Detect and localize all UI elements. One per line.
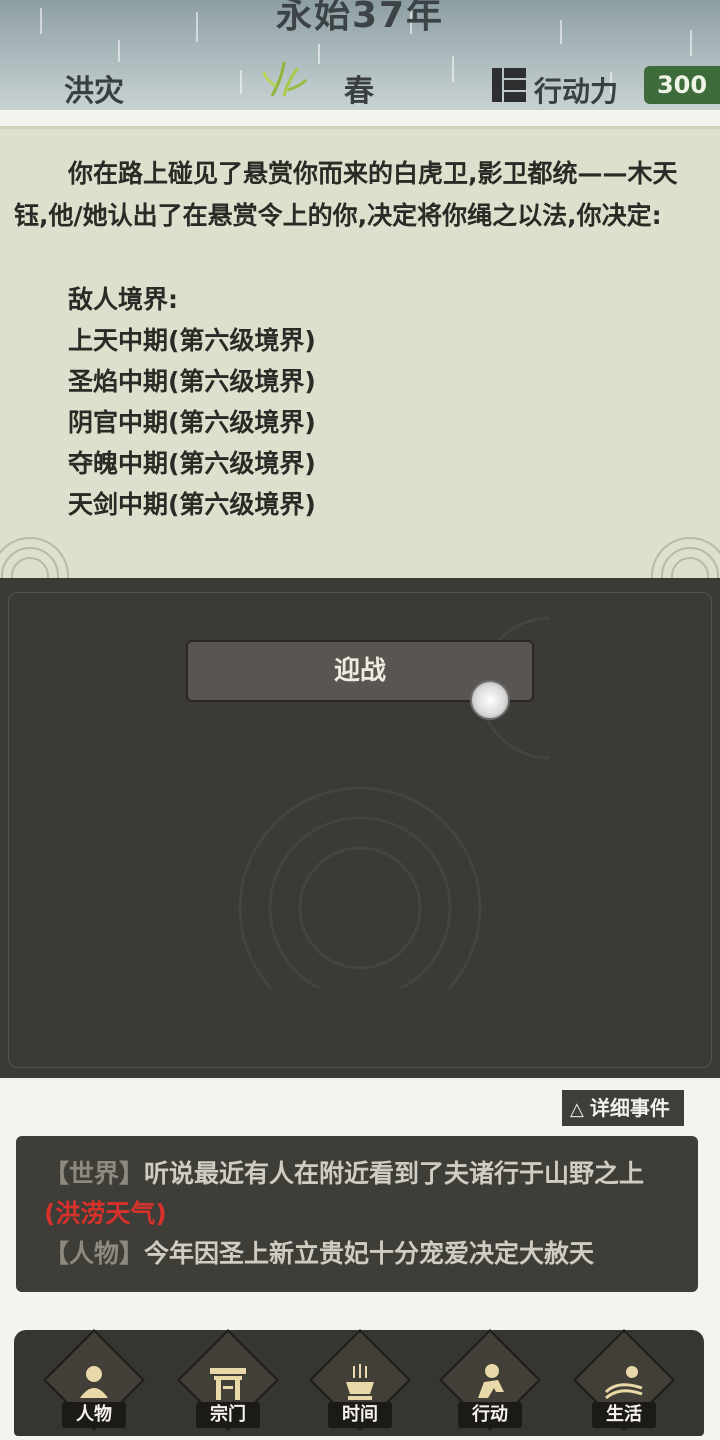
action-points-icon — [492, 68, 526, 102]
enemy-realm-title: 敌人境界: — [68, 285, 178, 314]
spring-sprout-icon — [262, 61, 308, 97]
cloud-ornament-icon — [0, 537, 69, 578]
detail-events-button[interactable]: △ 详细事件 — [562, 1090, 684, 1126]
rain-streak — [118, 40, 120, 62]
touch-indicator — [470, 680, 510, 720]
enemy-realm-list: 敌人境界: 上天中期(第六级境界) 圣焰中期(第六级境界) 阴官中期(第六级境界… — [68, 279, 316, 525]
nav-item-life[interactable]: 生活 — [573, 1329, 675, 1438]
cloud-ornament-icon — [651, 537, 720, 578]
nav-label: 人物 — [62, 1402, 126, 1428]
rain-streak — [240, 70, 242, 94]
nav-label: 行动 — [458, 1402, 522, 1428]
nav-label: 宗门 — [196, 1402, 260, 1428]
incense-icon — [346, 1364, 374, 1400]
top-header: 永始37年 洪灾 春 行动力 300 — [0, 0, 720, 110]
triangle-up-icon: △ — [570, 1099, 584, 1120]
enemy-realm-item: 夺魄中期(第六级境界) — [68, 449, 316, 478]
nav-item-action[interactable]: 行动 — [439, 1329, 541, 1438]
enemy-realm-item: 天剑中期(第六级境界) — [68, 490, 316, 519]
enemy-realm-item: 圣焰中期(第六级境界) — [68, 367, 316, 396]
nav-item-character[interactable]: 人物 — [43, 1329, 145, 1438]
year-title: 永始37年 — [275, 0, 445, 36]
disaster-label: 洪灾 — [64, 74, 124, 109]
landscape-icon — [604, 1366, 643, 1400]
season-label: 春 — [344, 74, 374, 109]
nav-label: 生活 — [592, 1402, 656, 1428]
log-tag-person: 【人物】 — [44, 1239, 145, 1268]
gate-icon — [210, 1368, 246, 1400]
log-tag-world: 【世界】 — [44, 1159, 145, 1188]
action-person-icon — [478, 1364, 504, 1398]
rain-streak — [318, 44, 320, 64]
log-highlight-weather: (洪涝天气) — [44, 1199, 167, 1228]
action-points-value: 300 — [644, 66, 720, 104]
log-line-person: 今年因圣上新立贵妃十分宠爱决定大赦天 — [144, 1239, 595, 1268]
nav-item-sect[interactable]: 宗门 — [177, 1329, 279, 1438]
event-log-panel[interactable]: 【世界】听说最近有人在附近看到了夫诸行于山野之上 (洪涝天气) 【人物】今年因圣上… — [16, 1136, 698, 1292]
story-panel: 你在路上碰见了悬赏你而来的白虎卫,影卫都统——木天钰,他/她认出了在悬赏令上的你… — [0, 126, 720, 578]
event-log-text: 【世界】听说最近有人在附近看到了夫诸行于山野之上 (洪涝天气) 【人物】今年因圣上… — [44, 1154, 674, 1274]
enemy-realm-item: 阴官中期(第六级境界) — [68, 408, 316, 437]
enemy-realm-item: 上天中期(第六级境界) — [68, 326, 316, 355]
story-text: 你在路上碰见了悬赏你而来的白虎卫,影卫都统——木天钰,他/她认出了在悬赏令上的你… — [14, 159, 678, 230]
log-line-world: 听说最近有人在附近看到了夫诸行于山野之上 — [144, 1159, 645, 1188]
nav-item-time[interactable]: 时间 — [309, 1329, 411, 1438]
detail-events-label: 详细事件 — [589, 1096, 670, 1120]
nav-label: 时间 — [328, 1402, 392, 1428]
rain-streak — [452, 56, 454, 82]
person-icon — [80, 1366, 108, 1398]
action-points-label: 行动力 — [534, 75, 619, 108]
